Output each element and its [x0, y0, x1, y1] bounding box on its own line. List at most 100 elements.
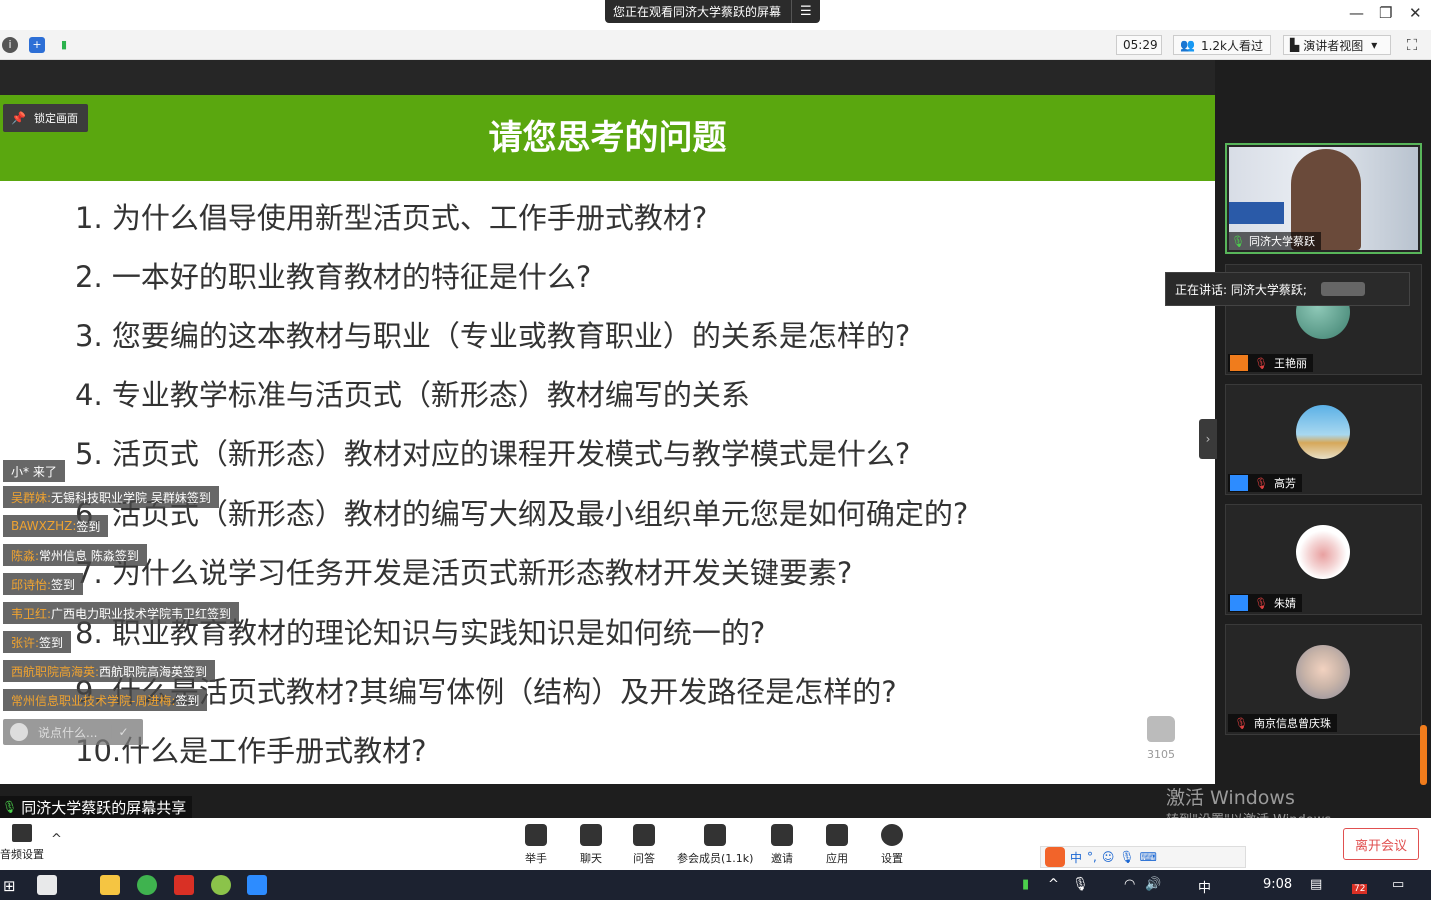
- hand-icon: [525, 824, 547, 846]
- close-icon[interactable]: ✕: [1409, 4, 1422, 22]
- windows-taskbar: ⊞ ▮ ^ 🎙 ◠ 🔊 中 9:08 ▤ 72 ▭: [0, 870, 1431, 900]
- chat-input[interactable]: 说点什么... ✓: [3, 719, 143, 745]
- tile-name-bar: 🎙 朱婧: [1228, 594, 1302, 612]
- gear-icon: [881, 824, 903, 846]
- title-bar: 您正在观看同济大学蔡跃的屏幕 ☰ — ❐ ✕: [0, 0, 1431, 30]
- mic-muted-icon: 🎙: [1234, 716, 1248, 730]
- ime-mode[interactable]: 中: [1070, 849, 1082, 866]
- chat-message: 常州信息职业技术学院-周进梅: 签到: [3, 689, 208, 711]
- chat-message: 小* 来了: [3, 460, 65, 482]
- question-item: 2. 一本好的职业教育教材的特征是什么?: [75, 260, 592, 294]
- participant-name: 同济大学蔡跃: [1248, 235, 1315, 248]
- thumbs-up-icon: [1147, 716, 1175, 742]
- mic-icon[interactable]: 🎙: [1072, 877, 1089, 892]
- share-label-text: 同济大学蔡跃的屏幕共享: [21, 798, 187, 817]
- raise-hand-button[interactable]: 举手: [525, 824, 547, 866]
- chevron-up-icon[interactable]: ^: [51, 832, 62, 847]
- chevron-down-icon: ▾: [1371, 38, 1378, 52]
- chat-message: BAWXZHZ: 签到: [3, 515, 109, 537]
- speaking-avatars: [1320, 282, 1365, 296]
- chat-message: 陈淼: 常州信息 陈淼签到: [3, 544, 147, 566]
- like-button[interactable]: 3105: [1143, 716, 1179, 761]
- emoji-icon[interactable]: [10, 723, 28, 741]
- windows-start-icon[interactable]: ⊞: [3, 877, 16, 895]
- ime-punct[interactable]: °,: [1087, 850, 1097, 864]
- chevron-up-icon[interactable]: ^: [1048, 877, 1059, 892]
- settings-button[interactable]: 设置: [881, 824, 903, 866]
- wps-icon[interactable]: [174, 875, 194, 895]
- raise-hand-label: 举手: [525, 852, 547, 865]
- avatar: [1296, 525, 1350, 579]
- mic-icon[interactable]: 🎙: [1119, 850, 1134, 864]
- participant-name: 朱婧: [1273, 597, 1296, 610]
- meeting-app-icon[interactable]: [247, 875, 267, 895]
- emoji-icon[interactable]: ☺: [1102, 850, 1115, 864]
- browser-icon[interactable]: [137, 875, 157, 895]
- chat-message: 韦卫红: 广西电力职业技术学院韦卫红签到: [3, 602, 240, 624]
- qa-label: 问答: [633, 852, 655, 865]
- battery-icon[interactable]: ▮: [1022, 877, 1029, 892]
- wifi-icon[interactable]: ◠: [1124, 877, 1135, 892]
- apps-label: 应用: [826, 852, 848, 865]
- collapse-panel-button[interactable]: ›: [1199, 419, 1217, 459]
- participant-name: 高芳: [1273, 477, 1296, 490]
- volume-icon[interactable]: 🔊: [1145, 877, 1161, 892]
- menu-icon[interactable]: ☰: [791, 0, 820, 23]
- file-explorer-icon[interactable]: [100, 875, 120, 895]
- speaker-icon: [12, 824, 32, 842]
- share-banner-text: 您正在观看同济大学蔡跃的屏幕: [613, 5, 782, 19]
- share-banner[interactable]: 您正在观看同济大学蔡跃的屏幕 ☰: [605, 0, 820, 23]
- chat-message: 西航职院高海英: 西航职院高海英签到: [3, 660, 216, 682]
- clock[interactable]: 9:08: [1263, 877, 1292, 892]
- mic-muted-icon: 🎙: [1254, 476, 1268, 490]
- audio-settings-label: 音频设置: [0, 848, 44, 861]
- viewer-count[interactable]: 👥 1.2k人看过: [1173, 35, 1271, 55]
- activation-watermark: 激活 Windows: [1166, 787, 1295, 809]
- participants-button[interactable]: 参会成员(1.1k): [677, 824, 753, 866]
- view-mode-dropdown[interactable]: ▙ 演讲者视图 ▾: [1283, 35, 1391, 55]
- fullscreen-icon[interactable]: ⛶: [1404, 37, 1420, 53]
- scrollbar[interactable]: [1420, 725, 1427, 785]
- send-icon[interactable]: ✓: [111, 725, 129, 739]
- apps-button[interactable]: 应用: [826, 824, 848, 866]
- video-tile[interactable]: 🎙 高芳: [1225, 384, 1422, 495]
- invite-button[interactable]: 邀请: [771, 824, 793, 866]
- chat-message: 邱诗怡: 签到: [3, 573, 84, 595]
- chat-message: 张许: 签到: [3, 631, 72, 653]
- badge-count: 72: [1352, 884, 1368, 894]
- lock-screen-button[interactable]: 📌 锁定画面: [3, 104, 88, 132]
- screen-share-label: 🎙 同济大学蔡跃的屏幕共享: [0, 796, 193, 818]
- notification-icon[interactable]: ▤: [1310, 877, 1322, 892]
- minimize-icon[interactable]: —: [1349, 4, 1364, 22]
- info-icon[interactable]: i: [2, 37, 18, 53]
- question-item: 7. 为什么说学习任务开发是活页式新形态教材开发关键要素?: [75, 556, 853, 590]
- chat-button[interactable]: 聊天: [580, 824, 602, 866]
- lock-screen-label: 锁定画面: [33, 112, 78, 125]
- leave-meeting-button[interactable]: 离开会议: [1343, 828, 1419, 860]
- ime-language[interactable]: 中: [1198, 877, 1211, 896]
- qa-button[interactable]: 问答: [633, 824, 655, 866]
- audio-settings-button[interactable]: 音频设置: [0, 824, 44, 862]
- meeting-toolbar: i + ▮ 05:29 👥 1.2k人看过 ▙ 演讲者视图 ▾ ⛶: [0, 30, 1431, 60]
- keyboard-icon[interactable]: ⌨: [1140, 850, 1157, 864]
- question-item: 1. 为什么倡导使用新型活页式、工作手册式教材?: [75, 201, 708, 235]
- video-tile[interactable]: 🎙 南京信息曾庆珠: [1225, 624, 1422, 735]
- video-tile[interactable]: 🎙 朱婧: [1225, 504, 1422, 615]
- task-view-icon[interactable]: [37, 875, 57, 895]
- action-center-icon[interactable]: ▭: [1392, 877, 1404, 892]
- video-tile[interactable]: 🎙 同济大学蔡跃: [1225, 143, 1422, 254]
- avatar: [1296, 645, 1350, 699]
- user-icon: [1230, 475, 1248, 491]
- ime-toolbar[interactable]: 中 °, ☺ 🎙 ⌨: [1040, 846, 1246, 868]
- restore-icon[interactable]: ❐: [1379, 4, 1392, 22]
- mic-muted-icon: 🎙: [1254, 596, 1268, 610]
- chrome-icon[interactable]: [211, 875, 231, 895]
- question-item: 3. 您要编的这本教材与职业（专业或教育职业）的关系是怎样的?: [75, 319, 911, 353]
- apps-grid-icon: [826, 824, 848, 846]
- mic-on-icon: 🎙: [2, 800, 18, 814]
- shield-icon[interactable]: +: [29, 37, 45, 53]
- people-icon: [704, 824, 727, 846]
- like-count: 3105: [1147, 748, 1175, 761]
- signal-icon[interactable]: ▮: [56, 37, 72, 53]
- viewer-count-label: 1.2k人看过: [1200, 38, 1263, 53]
